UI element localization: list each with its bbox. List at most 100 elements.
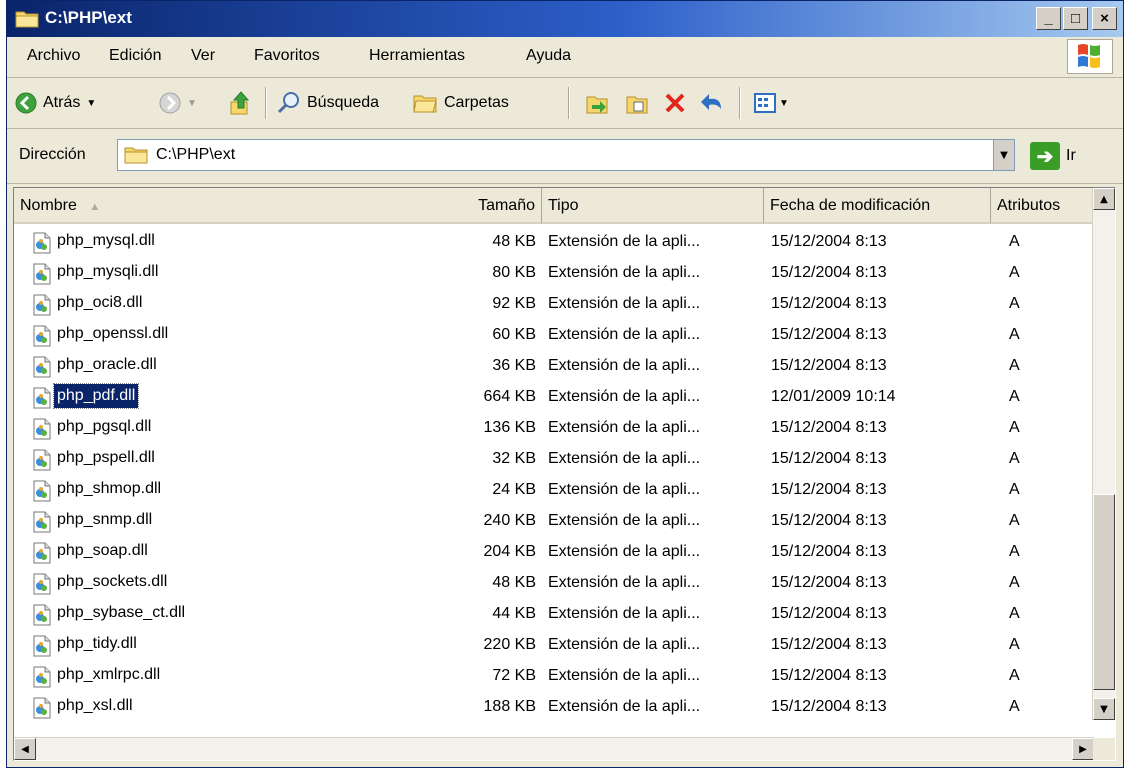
file-name[interactable]: php_sockets.dll — [54, 570, 170, 594]
dll-file-icon — [32, 573, 52, 595]
copy-to-button[interactable] — [625, 78, 649, 128]
file-name[interactable]: php_xsl.dll — [54, 694, 136, 718]
scroll-left-icon[interactable]: ◀ — [14, 738, 36, 760]
vertical-scrollbar[interactable]: ▲ ▼ — [1092, 188, 1115, 720]
address-input[interactable]: C:\PHP\ext ▼ — [117, 139, 1015, 171]
up-folder-button[interactable] — [229, 78, 253, 128]
table-row[interactable]: php_pspell.dll 32 KB Extensión de la apli.… — [14, 443, 1094, 474]
toolbar-separator — [739, 87, 741, 119]
table-row[interactable]: php_sockets.dll 48 KB Extensión de la apli… — [14, 567, 1094, 598]
file-attributes: A — [1009, 388, 1020, 405]
views-button[interactable]: ▼ — [753, 78, 789, 128]
menu-ayuda[interactable]: Ayuda — [526, 47, 571, 65]
table-row[interactable]: php_pgsql.dll 136 KB Extensión de la apli.… — [14, 412, 1094, 443]
address-dropdown-icon[interactable]: ▼ — [993, 140, 1014, 170]
table-row[interactable]: php_openssl.dll 60 KB Extensión de la apli… — [14, 319, 1094, 350]
table-row[interactable]: php_mysqli.dll 80 KB Extensión de la apli.… — [14, 257, 1094, 288]
file-attributes: A — [1009, 605, 1020, 622]
dll-file-icon — [32, 604, 52, 626]
title-bar[interactable]: C:\PHP\ext _ □ × — [7, 1, 1123, 37]
file-attributes: A — [1009, 419, 1020, 436]
file-name[interactable]: php_xmlrpc.dll — [54, 663, 163, 687]
folders-button[interactable]: Carpetas — [412, 78, 509, 128]
file-size: 136 KB — [483, 419, 536, 436]
menu-herramientas[interactable]: Herramientas — [369, 47, 465, 65]
file-name[interactable]: php_oracle.dll — [54, 353, 160, 377]
menu-edicion[interactable]: Edición — [109, 47, 161, 65]
toolbar: Atrás ▼ ▼ Búsqueda Carpetas ▼ — [7, 78, 1123, 129]
minimize-button[interactable]: _ — [1036, 7, 1061, 30]
table-row[interactable]: php_xsl.dll 188 KB Extensión de la apli...… — [14, 691, 1094, 722]
file-size: 48 KB — [492, 574, 536, 591]
copy-to-icon — [626, 96, 648, 114]
file-attributes: A — [1009, 574, 1020, 591]
table-row[interactable]: php_oci8.dll 92 KB Extensión de la apli...… — [14, 288, 1094, 319]
scroll-thumb[interactable] — [1093, 494, 1115, 690]
file-name[interactable]: php_tidy.dll — [54, 632, 140, 656]
table-row[interactable]: php_soap.dll 204 KB Extensión de la apli..… — [14, 536, 1094, 567]
column-date[interactable]: Fecha de modificación — [764, 188, 991, 224]
file-name[interactable]: php_oci8.dll — [54, 291, 145, 315]
close-button[interactable]: × — [1092, 7, 1117, 30]
table-row[interactable]: php_mysql.dll 48 KB Extensión de la apli..… — [14, 226, 1094, 257]
file-size: 36 KB — [492, 357, 536, 374]
resize-grip[interactable] — [1093, 738, 1115, 760]
menu-ver[interactable]: Ver — [191, 47, 215, 65]
forward-button[interactable]: ▼ — [159, 78, 197, 128]
go-button[interactable]: ➔ Ir — [1030, 141, 1076, 171]
column-type[interactable]: Tipo — [542, 188, 764, 224]
table-row[interactable]: php_oracle.dll 36 KB Extensión de la apli.… — [14, 350, 1094, 381]
file-type: Extensión de la apli... — [548, 636, 701, 653]
views-dropdown-icon[interactable]: ▼ — [779, 98, 789, 109]
file-name[interactable]: php_snmp.dll — [54, 508, 155, 532]
table-row[interactable]: php_pdf.dll 664 KB Extensión de la apli...… — [14, 381, 1094, 412]
forward-arrow-icon — [159, 92, 181, 114]
file-type: Extensión de la apli... — [548, 326, 701, 343]
file-name[interactable]: php_openssl.dll — [54, 322, 171, 346]
table-row[interactable]: php_sybase_ct.dll 44 KB Extensión de la ap… — [14, 598, 1094, 629]
maximize-button[interactable]: □ — [1063, 7, 1088, 30]
column-size[interactable]: Tamaño — [434, 188, 542, 224]
back-label: Atrás — [43, 94, 81, 111]
scroll-up-icon[interactable]: ▲ — [1093, 188, 1115, 210]
file-date: 15/12/2004 8:13 — [771, 357, 887, 374]
table-row[interactable]: php_snmp.dll 240 KB Extensión de la apli..… — [14, 505, 1094, 536]
file-name[interactable]: php_shmop.dll — [54, 477, 164, 501]
file-attributes: A — [1009, 481, 1020, 498]
search-button[interactable]: Búsqueda — [277, 78, 379, 128]
file-type: Extensión de la apli... — [548, 233, 701, 250]
column-attributes[interactable]: Atributos — [991, 188, 1094, 224]
file-attributes: A — [1009, 543, 1020, 560]
address-label: Dirección — [19, 146, 86, 163]
file-size: 24 KB — [492, 481, 536, 498]
file-name[interactable]: php_soap.dll — [54, 539, 151, 563]
file-date: 15/12/2004 8:13 — [771, 233, 887, 250]
file-date: 15/12/2004 8:13 — [771, 512, 887, 529]
menu-favoritos[interactable]: Favoritos — [254, 47, 320, 65]
scroll-down-icon[interactable]: ▼ — [1093, 698, 1115, 720]
file-name[interactable]: php_pdf.dll — [52, 383, 140, 409]
file-date: 15/12/2004 8:13 — [771, 698, 887, 715]
file-size: 80 KB — [492, 264, 536, 281]
undo-button[interactable] — [699, 78, 725, 128]
back-dropdown-icon[interactable]: ▼ — [86, 98, 96, 109]
file-name[interactable]: php_mysql.dll — [54, 229, 158, 253]
move-to-button[interactable] — [585, 78, 609, 128]
file-name[interactable]: php_pgsql.dll — [54, 415, 154, 439]
views-icon — [754, 93, 776, 113]
forward-dropdown-icon[interactable]: ▼ — [187, 98, 197, 109]
file-name[interactable]: php_mysqli.dll — [54, 260, 161, 284]
table-row[interactable]: php_shmop.dll 24 KB Extensión de la apli..… — [14, 474, 1094, 505]
horizontal-scrollbar[interactable]: ◀ ▶ — [14, 737, 1094, 760]
table-row[interactable]: php_xmlrpc.dll 72 KB Extensión de la apli.… — [14, 660, 1094, 691]
menu-archivo[interactable]: Archivo — [27, 47, 80, 65]
go-arrow-icon: ➔ — [1030, 142, 1060, 170]
back-button[interactable]: Atrás ▼ — [15, 78, 96, 128]
scroll-right-icon[interactable]: ▶ — [1072, 738, 1094, 760]
file-size: 60 KB — [492, 326, 536, 343]
delete-button[interactable] — [663, 78, 687, 128]
file-name[interactable]: php_pspell.dll — [54, 446, 158, 470]
file-attributes: A — [1009, 450, 1020, 467]
file-name[interactable]: php_sybase_ct.dll — [54, 601, 188, 625]
table-row[interactable]: php_tidy.dll 220 KB Extensión de la apli..… — [14, 629, 1094, 660]
